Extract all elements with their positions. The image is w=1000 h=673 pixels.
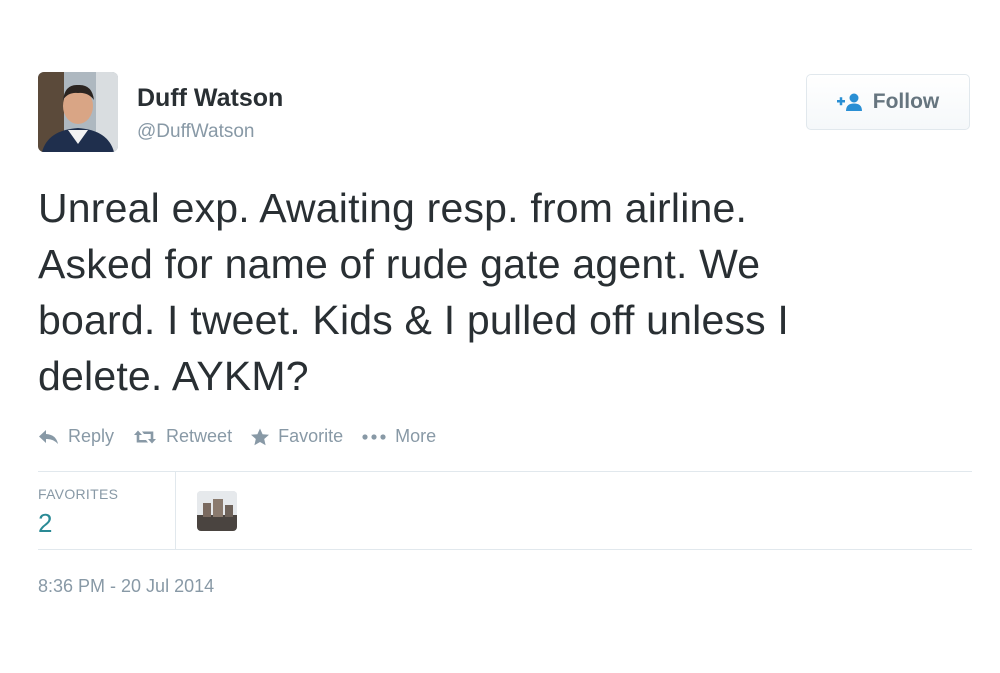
reply-label: Reply	[68, 426, 115, 446]
favoriter-photo-icon	[197, 491, 237, 531]
favorites-label: FAVORITES	[38, 486, 119, 502]
tweet-text: Unreal exp. Awaiting resp. from airline.…	[38, 185, 790, 399]
favoriter-avatar[interactable]	[197, 491, 237, 531]
favorite-label: Favorite	[278, 426, 344, 446]
star-icon	[251, 428, 270, 445]
retweet-label: Retweet	[166, 426, 233, 446]
profile-photo-icon	[38, 72, 118, 152]
reply-button[interactable]: Reply	[38, 426, 114, 447]
stats-bottom-divider	[38, 549, 972, 550]
favorite-button[interactable]: Favorite	[250, 426, 343, 447]
follow-button[interactable]: Follow	[806, 74, 970, 130]
more-dots-icon	[362, 433, 386, 440]
user-screen-name[interactable]: @DuffWatson	[137, 121, 255, 143]
more-label: More	[395, 426, 437, 446]
follow-button-label: Follow	[872, 90, 940, 113]
stats-top-divider	[38, 471, 972, 472]
tweet-timestamp[interactable]: 8:36 PM - 20 Jul 2014	[38, 576, 214, 597]
add-user-icon	[836, 93, 863, 111]
tweet-actions: Reply Retweet Favorite More	[38, 426, 454, 447]
reply-icon	[39, 429, 58, 444]
user-avatar[interactable]	[38, 72, 118, 152]
more-button[interactable]: More	[361, 426, 436, 447]
retweet-button[interactable]: Retweet	[132, 426, 232, 447]
favorites-count[interactable]: 2	[38, 508, 52, 539]
retweet-icon	[134, 430, 157, 443]
stats-vertical-divider	[175, 472, 176, 549]
user-display-name[interactable]: Duff Watson	[137, 84, 283, 113]
